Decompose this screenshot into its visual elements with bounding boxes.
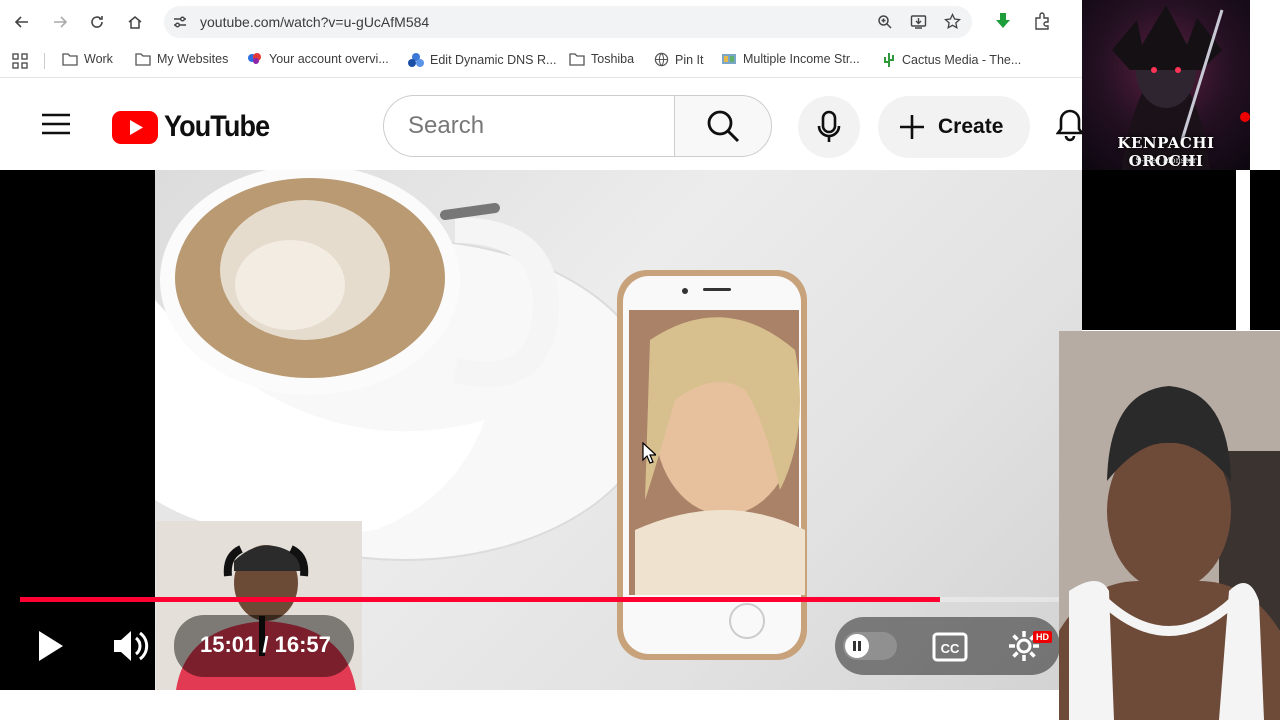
hamburger-menu-icon[interactable] — [42, 113, 70, 135]
bookmark-my-websites[interactable]: My Websites — [135, 52, 228, 66]
reload-button[interactable] — [85, 10, 109, 34]
right-black-strip — [1082, 170, 1280, 330]
folder-icon — [62, 53, 78, 66]
bookmark-cactus-media[interactable]: Cactus Media - The... — [882, 52, 1021, 68]
forward-button[interactable] — [48, 10, 72, 34]
voice-search-button[interactable] — [798, 96, 860, 158]
bookmark-label: Pin It — [675, 52, 704, 67]
install-app-icon[interactable] — [910, 14, 927, 30]
page-below-player — [0, 690, 1059, 720]
search-icon — [707, 110, 740, 143]
forward-arrow-icon — [54, 16, 68, 28]
bookmark-label: Multiple Income Str... — [743, 52, 860, 66]
youtube-play-logo-icon — [112, 110, 158, 144]
search-input[interactable]: Search — [383, 95, 675, 157]
channel-art-overlay: KENPACHI OROCHI S-Tier Monster — [1082, 0, 1250, 170]
bookmark-multiple-income[interactable]: Multiple Income Str... — [721, 52, 860, 66]
play-icon[interactable] — [36, 628, 66, 664]
bookmark-label: Edit Dynamic DNS R... — [430, 53, 557, 67]
microphone-icon — [817, 110, 841, 142]
progress-bar[interactable] — [20, 597, 1060, 602]
back-button[interactable] — [10, 10, 34, 34]
extensions-icon[interactable] — [1033, 12, 1051, 30]
dns-favicon-icon — [408, 53, 424, 67]
globe-icon — [654, 52, 669, 67]
plus-icon — [900, 115, 924, 139]
autoplay-toggle[interactable] — [843, 632, 897, 660]
youtube-wordmark: YouTube — [164, 110, 270, 143]
address-bar[interactable]: youtube.com/watch?v=u-gUcAfM584 — [164, 6, 972, 38]
bookmarks-divider — [44, 53, 45, 69]
progress-played — [20, 597, 941, 602]
pause-icon — [853, 641, 861, 651]
zoom-icon[interactable] — [877, 14, 893, 30]
reload-icon — [91, 16, 103, 28]
site-favicon-icon — [248, 53, 261, 64]
youtube-header: YouTube Search Create — [0, 80, 1084, 170]
browser-toolbar: youtube.com/watch?v=u-gUcAfM584 — [0, 0, 1082, 44]
youtube-logo[interactable]: YouTube — [112, 110, 281, 144]
cactus-icon — [884, 53, 894, 67]
time-display: 15:01 / 16:57 — [200, 632, 331, 657]
home-button[interactable] — [123, 10, 147, 34]
back-arrow-icon — [14, 16, 28, 28]
hd-badge: HD — [1033, 631, 1052, 643]
bookmark-pin-it[interactable]: Pin It — [654, 52, 704, 67]
search-placeholder: Search — [408, 112, 485, 139]
folder-icon — [569, 53, 585, 66]
apps-grid-icon[interactable] — [12, 53, 28, 69]
site-settings-icon[interactable] — [172, 14, 188, 30]
url-text[interactable]: youtube.com/watch?v=u-gUcAfM584 — [200, 14, 429, 30]
bookmark-label: Your account overvi... — [269, 52, 389, 66]
create-label: Create — [938, 115, 1004, 138]
scrollbar-thumb[interactable] — [1236, 170, 1250, 330]
streamer-webcam-overlay — [1059, 331, 1280, 720]
svg-text:CC: CC — [941, 641, 960, 656]
profile-subtitle: S-Tier Monster — [1135, 156, 1197, 165]
site-favicon-icon — [722, 54, 736, 64]
autoplay-knob — [845, 634, 869, 658]
bookmarks-bar: Work My Websites Your account overvi... … — [0, 44, 1082, 78]
bookmark-label: Cactus Media - The... — [902, 53, 1022, 67]
mouse-cursor-icon — [642, 442, 656, 464]
bookmark-toshiba[interactable]: Toshiba — [569, 52, 634, 66]
bookmark-label: My Websites — [157, 52, 229, 66]
bookmark-label: Work — [84, 52, 113, 66]
video-player[interactable]: 15:01 / 16:57 CC HD — [0, 170, 1082, 690]
bookmark-work[interactable]: Work — [62, 52, 113, 66]
bookmark-star-icon[interactable] — [944, 13, 961, 30]
notification-dot — [1240, 112, 1250, 122]
captions-icon[interactable]: CC — [932, 632, 968, 662]
bookmark-label: Toshiba — [591, 52, 635, 66]
bookmark-edit-dynamic-dns[interactable]: Edit Dynamic DNS R... — [408, 52, 556, 68]
home-icon — [128, 16, 142, 29]
folder-icon — [135, 53, 151, 66]
volume-icon[interactable] — [112, 628, 150, 664]
streamer-person-image — [1059, 331, 1280, 720]
download-icon[interactable] — [994, 12, 1012, 30]
create-button[interactable]: Create — [878, 96, 1030, 158]
search-button[interactable] — [674, 95, 772, 157]
bookmark-your-account[interactable]: Your account overvi... — [247, 52, 389, 66]
notifications-bell-icon[interactable] — [1056, 108, 1084, 142]
